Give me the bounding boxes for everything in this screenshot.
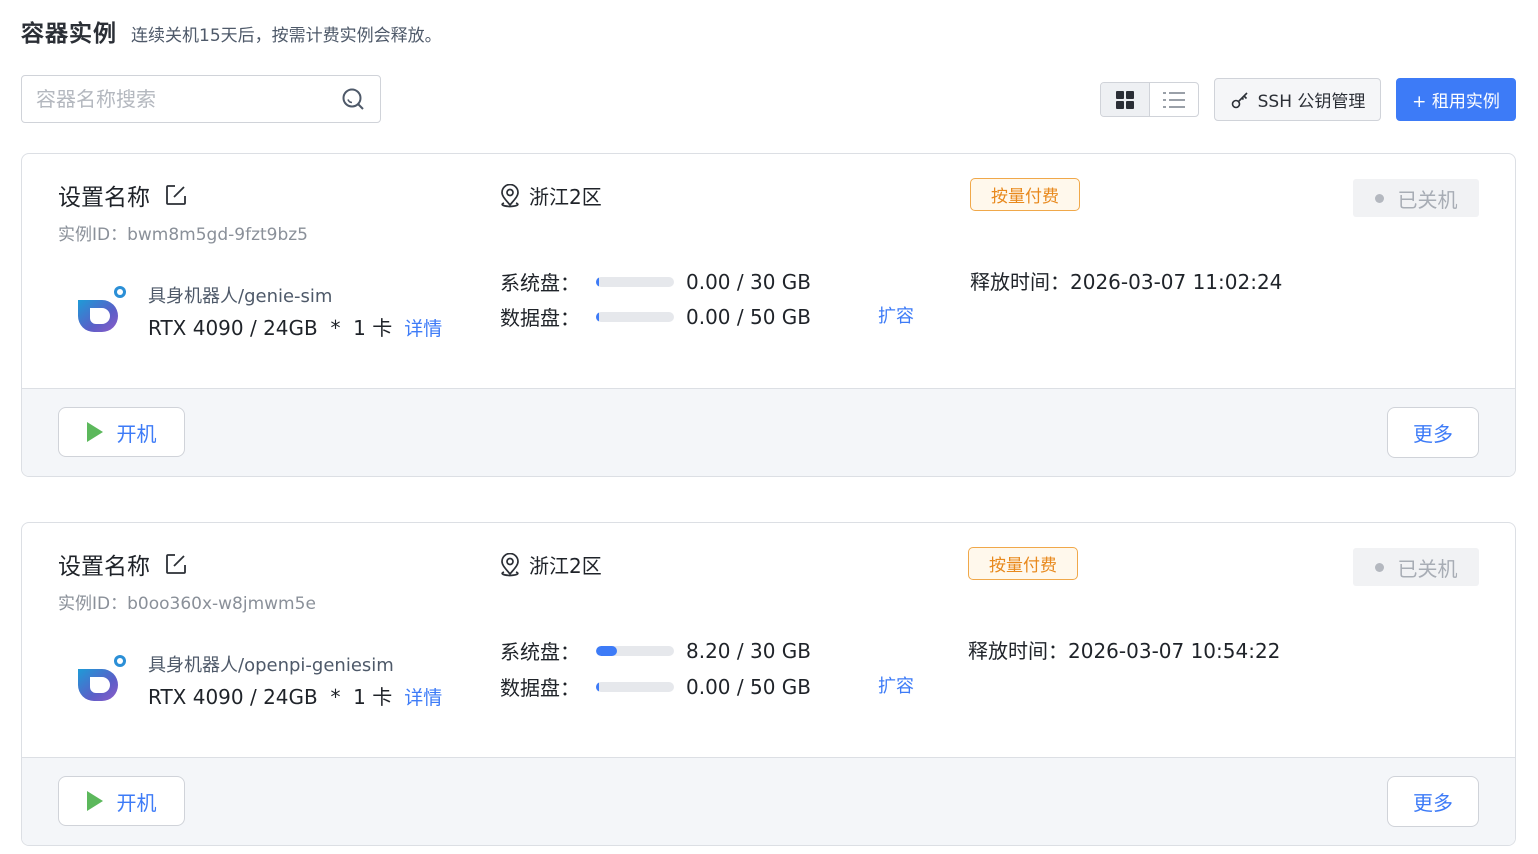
play-icon — [86, 791, 103, 811]
image-logo-icon — [78, 655, 126, 701]
data-disk-label: 数据盘： — [500, 306, 580, 330]
rent-instance-button[interactable]: + 租用实例 — [1396, 78, 1516, 121]
search-box[interactable] — [21, 75, 381, 123]
location-pin-icon — [501, 552, 519, 576]
play-icon — [86, 422, 103, 442]
instance-name-text: 设置名称 — [58, 554, 150, 580]
gpu-spec-text: RTX 4090 / 24GB * 1 卡 — [148, 316, 393, 340]
search-icon[interactable] — [340, 86, 366, 112]
page-header: 容器实例 连续关机15天后，按需计费实例会释放。 — [21, 14, 442, 48]
page-title: 容器实例 — [21, 21, 117, 47]
instance-card: 设置名称 实例ID：b0oo360x-w8jmwm5e 具身机器人/openpi… — [21, 522, 1516, 846]
status-dot-icon — [1374, 562, 1384, 572]
data-disk-row: 数据盘： 0.00 / 50 GB — [500, 302, 811, 331]
system-disk-row: 系统盘： 0.00 / 30 GB — [500, 267, 811, 296]
card-footer: 开机 更多 — [22, 757, 1515, 845]
ssh-key-label: SSH 公钥管理 — [1257, 92, 1366, 112]
status-badge: 已关机 — [1353, 179, 1479, 217]
release-time: 释放时间：2026-03-07 11:02:24 — [970, 270, 1283, 294]
data-disk-value: 0.00 / 50 GB — [686, 674, 812, 699]
status-text: 已关机 — [1397, 187, 1458, 212]
status-badge: 已关机 — [1353, 548, 1479, 586]
start-button[interactable]: 开机 — [58, 776, 185, 826]
gpu-spec: RTX 4090 / 24GB * 1 卡 详情 — [148, 681, 442, 710]
detail-link[interactable]: 详情 — [404, 314, 442, 341]
region-text: 浙江2区 — [529, 554, 602, 578]
expand-disk-link[interactable]: 扩容 — [878, 672, 914, 698]
container-instances-page: 容器实例 连续关机15天后，按需计费实例会释放。 SSH 公钥管理 + 租用实例… — [0, 0, 1538, 854]
start-label: 开机 — [116, 790, 157, 815]
data-disk-value: 0.00 / 50 GB — [686, 304, 812, 329]
data-disk-fill — [596, 681, 599, 692]
system-disk-progress — [596, 645, 674, 656]
gpu-spec-text: RTX 4090 / 24GB * 1 卡 — [148, 685, 393, 709]
more-button[interactable]: 更多 — [1387, 407, 1479, 458]
edit-name-icon[interactable] — [164, 183, 188, 207]
data-disk-fill — [596, 311, 599, 322]
data-disk-progress — [596, 311, 674, 322]
grid-view-button[interactable] — [1101, 83, 1149, 116]
status-dot-icon — [1374, 193, 1384, 203]
system-disk-value: 8.20 / 30 GB — [686, 638, 812, 663]
status-text: 已关机 — [1397, 556, 1458, 581]
ssh-key-management-button[interactable]: SSH 公钥管理 — [1214, 78, 1381, 121]
instance-id: 实例ID：bwm8m5gd-9fzt9bz5 — [58, 225, 309, 245]
system-disk-label: 系统盘： — [500, 271, 580, 295]
release-policy-note: 连续关机15天后，按需计费实例会释放。 — [131, 26, 442, 46]
system-disk-progress — [596, 276, 674, 287]
region: 浙江2区 — [499, 181, 602, 210]
region: 浙江2区 — [499, 550, 602, 579]
data-disk-progress — [596, 681, 674, 692]
expand-disk-link[interactable]: 扩容 — [878, 302, 914, 328]
instance-name: 设置名称 — [58, 178, 188, 212]
data-disk-label: 数据盘： — [500, 676, 580, 700]
start-button[interactable]: 开机 — [58, 407, 185, 457]
system-disk-row: 系统盘： 8.20 / 30 GB — [500, 636, 811, 665]
edit-name-icon[interactable] — [164, 552, 188, 576]
system-disk-fill — [596, 276, 599, 287]
detail-link[interactable]: 详情 — [404, 683, 442, 710]
gpu-spec: RTX 4090 / 24GB * 1 卡 详情 — [148, 312, 442, 341]
data-disk-row: 数据盘： 0.00 / 50 GB — [500, 672, 811, 701]
list-view-button[interactable] — [1149, 83, 1198, 116]
system-disk-fill — [596, 645, 618, 656]
image-name: 具身机器人/genie-sim — [148, 286, 333, 307]
start-label: 开机 — [116, 421, 157, 446]
card-footer: 开机 更多 — [22, 388, 1515, 476]
instance-name: 设置名称 — [58, 547, 188, 581]
key-icon — [1231, 91, 1248, 108]
billing-badge: 按量付费 — [970, 178, 1080, 211]
grid-icon — [1116, 90, 1134, 109]
region-text: 浙江2区 — [529, 185, 602, 209]
image-logo-icon — [78, 286, 126, 332]
location-pin-icon — [501, 183, 519, 207]
instance-card: 设置名称 实例ID：bwm8m5gd-9fzt9bz5 具身机器人/genie-… — [21, 153, 1516, 477]
billing-badge: 按量付费 — [968, 547, 1078, 580]
list-icon — [1163, 91, 1185, 108]
image-name: 具身机器人/openpi-geniesim — [148, 655, 394, 676]
instance-name-text: 设置名称 — [58, 185, 150, 211]
system-disk-label: 系统盘： — [500, 640, 580, 664]
view-mode-toggle — [1100, 82, 1199, 117]
more-button[interactable]: 更多 — [1387, 776, 1479, 827]
release-time: 释放时间：2026-03-07 10:54:22 — [968, 639, 1281, 663]
search-input[interactable] — [36, 87, 340, 111]
instance-id: 实例ID：b0oo360x-w8jmwm5e — [58, 594, 316, 614]
system-disk-value: 0.00 / 30 GB — [686, 269, 812, 294]
